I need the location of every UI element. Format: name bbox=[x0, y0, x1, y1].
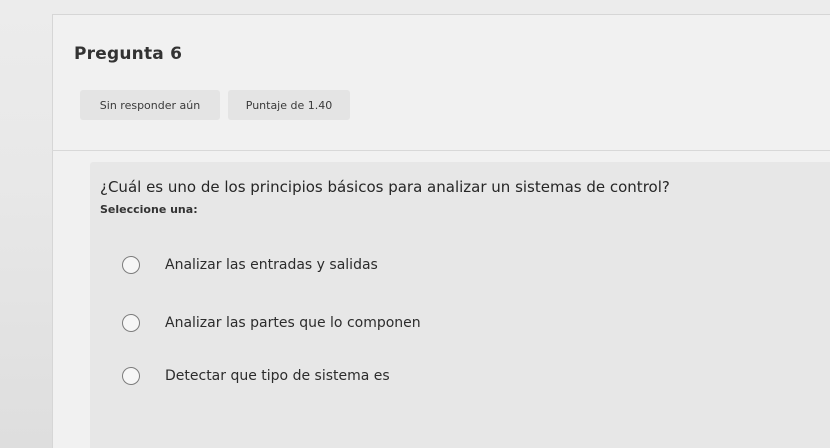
score-badge: Puntaje de 1.40 bbox=[228, 90, 350, 120]
question-text: ¿Cuál es uno de los principios básicos p… bbox=[100, 178, 670, 196]
question-body bbox=[90, 162, 830, 448]
radio-button[interactable] bbox=[122, 256, 140, 274]
quiz-screen: Pregunta 6 Sin responder aún Puntaje de … bbox=[0, 0, 830, 448]
answer-option-label[interactable]: Analizar las entradas y salidas bbox=[165, 257, 378, 273]
answer-option-2[interactable]: Analizar las partes que lo componen bbox=[122, 314, 421, 332]
answer-option-label[interactable]: Analizar las partes que lo componen bbox=[165, 315, 421, 331]
answer-option-1[interactable]: Analizar las entradas y salidas bbox=[122, 256, 378, 274]
answer-option-3[interactable]: Detectar que tipo de sistema es bbox=[122, 367, 390, 385]
divider bbox=[52, 150, 830, 151]
question-title: Pregunta 6 bbox=[74, 44, 183, 64]
answer-option-label[interactable]: Detectar que tipo de sistema es bbox=[165, 368, 390, 384]
radio-button[interactable] bbox=[122, 367, 140, 385]
select-instruction: Seleccione una: bbox=[100, 203, 198, 216]
score-badge-label: Puntaje de 1.40 bbox=[245, 98, 333, 112]
status-badge-label: Sin responder aún bbox=[99, 98, 201, 112]
radio-button[interactable] bbox=[122, 314, 140, 332]
status-badge: Sin responder aún bbox=[80, 90, 220, 120]
